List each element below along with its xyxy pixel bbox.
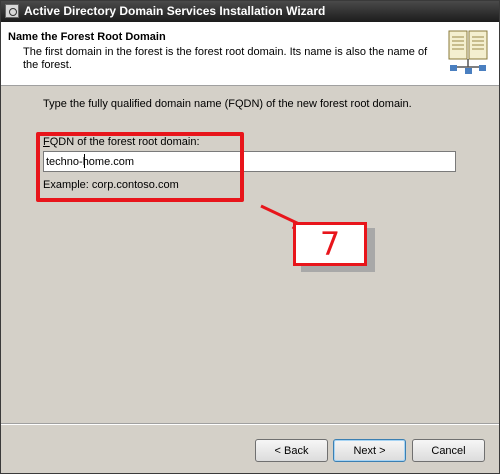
annotation-step-number: 7 xyxy=(293,222,367,266)
back-button[interactable]: < Back xyxy=(255,439,328,462)
wizard-window: Active Directory Domain Services Install… xyxy=(0,0,500,474)
next-button[interactable]: Next > xyxy=(333,439,406,462)
annotation-highlight-box xyxy=(36,132,244,202)
app-icon[interactable] xyxy=(5,4,19,18)
page-title: Name the Forest Root Domain xyxy=(8,31,166,43)
button-separator xyxy=(1,423,499,425)
title-bar[interactable]: Active Directory Domain Services Install… xyxy=(1,1,499,22)
wizard-header: Name the Forest Root Domain The first do… xyxy=(1,22,499,86)
page-description: The first domain in the forest is the fo… xyxy=(23,46,428,71)
window-title: Active Directory Domain Services Install… xyxy=(24,4,326,18)
book-icon xyxy=(448,30,488,74)
instruction-text: Type the fully qualified domain name (FQ… xyxy=(43,98,412,110)
cancel-button[interactable]: Cancel xyxy=(412,439,485,462)
